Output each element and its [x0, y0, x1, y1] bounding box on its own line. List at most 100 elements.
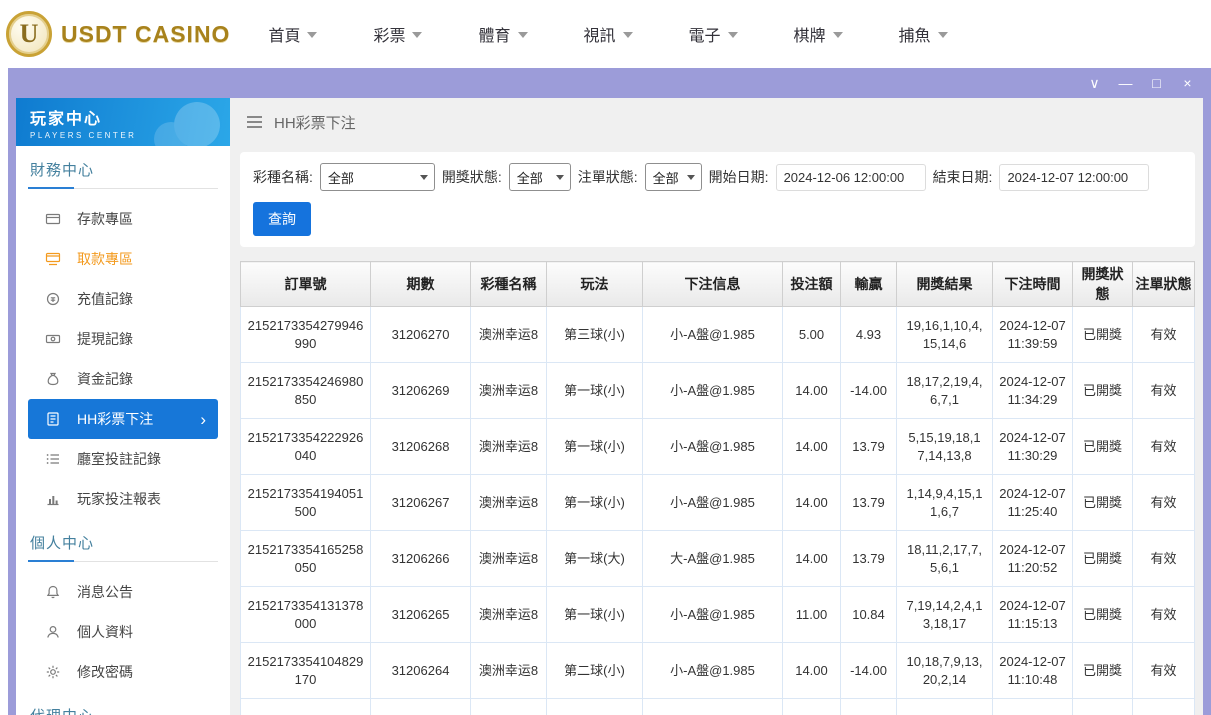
nav-item-electronic[interactable]: 電子 [689, 22, 738, 46]
table-cell: 第一球(小) [547, 475, 643, 531]
table-cell: 小-A盤@1.985 [643, 475, 783, 531]
col-win-loss: 輸贏 [841, 262, 897, 307]
sidebar-item-label: 充值記錄 [77, 289, 133, 309]
table-cell: 2024-12-07 11:25:40 [993, 475, 1073, 531]
table-cell: 第二球(小) [547, 643, 643, 699]
col-order-id: 訂單號 [241, 262, 371, 307]
close-button[interactable]: × [1172, 68, 1203, 98]
table-cell: 小-A盤@1.985 [643, 643, 783, 699]
personal-menu: 消息公告 個人資料 修改密碼 [28, 562, 218, 692]
table-row: 2152173354279946990 31206270 澳洲幸运8 第三球(小… [241, 307, 1195, 363]
sidebar-item-label: 取款專區 [77, 249, 133, 269]
sidebar-item-withdraw[interactable]: 取款專區 [28, 239, 218, 279]
sidebar-item-label: 存款專區 [77, 209, 133, 229]
menu-toggle-icon[interactable] [246, 115, 263, 129]
nav-item-fishing[interactable]: 捕魚 [899, 22, 948, 46]
table-cell: 19,16,1,10,4,15,14,6 [897, 307, 993, 363]
sidebar: 玩家中心 PLAYERS CENTER 財務中心 存款專區 [16, 98, 230, 715]
col-issue: 期數 [371, 262, 471, 307]
sidebar-item-funds-record[interactable]: 資金記錄 [28, 359, 218, 399]
table-cell: 2152173354279946990 [241, 307, 371, 363]
table-row: 2152173354104829170 31206264 澳洲幸运8 第二球(小… [241, 643, 1195, 699]
table-cell: 31206264 [371, 643, 471, 699]
table-cell: 1,14,9,4,15,11,6,7 [897, 475, 993, 531]
chevron-down-icon [307, 32, 317, 38]
nav-item-home[interactable]: 首頁 [268, 22, 317, 46]
table-cell: 14.00 [783, 419, 841, 475]
table-cell: 已開獎 [1073, 531, 1133, 587]
table-cell: 31206269 [371, 363, 471, 419]
chevron-down-icon [833, 32, 843, 38]
table-cell: 2024-12-07 11:39:59 [993, 307, 1073, 363]
collapse-button[interactable]: ∨ [1079, 68, 1110, 98]
start-date-input[interactable] [776, 164, 926, 191]
table-cell: 13.79 [841, 531, 897, 587]
nav-item-sports[interactable]: 體育 [478, 22, 527, 46]
lottery-name-select[interactable]: 全部 [320, 163, 435, 191]
draw-status-select[interactable]: 全部 [509, 163, 571, 191]
maximize-button[interactable]: □ [1141, 68, 1172, 98]
table-cell: 澳洲幸运8 [471, 587, 547, 643]
table-cell: 有效 [1133, 643, 1195, 699]
table-cell: 第三球(小) [547, 307, 643, 363]
sidebar-item-player-bet-report[interactable]: 玩家投注報表 [28, 479, 218, 519]
sidebar-item-withdrawal-record[interactable]: 提現記錄 [28, 319, 218, 359]
sidebar-item-label: 提現記錄 [77, 329, 133, 349]
nav-item-chess[interactable]: 棋牌 [794, 22, 843, 46]
table-cell: 14.00 [783, 531, 841, 587]
table-cell: 小-A盤@1.985 [643, 419, 783, 475]
table-cell: 澳洲幸运8 [471, 643, 547, 699]
table-cell: -14.00 [841, 643, 897, 699]
nav-label: 視訊 [584, 22, 616, 46]
table-cell: 13.79 [841, 419, 897, 475]
window-titlebar: ∨ — □ × [16, 68, 1203, 98]
table-cell: 有效 [1133, 363, 1195, 419]
sidebar-item-label: 廳室投註記錄 [77, 449, 161, 469]
sidebar-header: 玩家中心 PLAYERS CENTER [16, 98, 230, 146]
sidebar-item-hh-lottery-bets[interactable]: HH彩票下注 › [28, 399, 218, 439]
order-status-select[interactable]: 全部 [645, 163, 702, 191]
table-cell: 14.00 [783, 475, 841, 531]
section-personal: 個人中心 消息公告 個人資料 [16, 532, 230, 692]
banknote-icon [45, 331, 63, 347]
table-row: 2152173354246980850 31206269 澳洲幸运8 第一球(小… [241, 363, 1195, 419]
sidebar-item-recharge-record[interactable]: 充值記錄 [28, 279, 218, 319]
table-cell: 澳洲幸运8 [471, 475, 547, 531]
sidebar-item-label: 個人資料 [77, 622, 133, 642]
end-date-input[interactable] [999, 164, 1149, 191]
sidebar-item-label: 消息公告 [77, 582, 133, 602]
table-cell: 第一球(大) [547, 531, 643, 587]
nav-item-video[interactable]: 視訊 [584, 22, 633, 46]
site-navbar: U USDT CASINO 首頁 彩票 體育 視訊 電子 棋牌 捕魚 [0, 0, 1211, 68]
sidebar-item-hall-bet-record[interactable]: 廳室投註記錄 [28, 439, 218, 479]
col-bet-time: 下注時間 [993, 262, 1073, 307]
col-draw-status: 開獎狀態 [1073, 262, 1133, 307]
nav-item-lottery[interactable]: 彩票 [373, 22, 422, 46]
table-cell: 31206265 [371, 587, 471, 643]
nav-label: 彩票 [373, 22, 405, 46]
table-cell: 已開獎 [1073, 419, 1133, 475]
table-cell: 18,17,2,19,4,6,7,1 [897, 363, 993, 419]
chevron-down-icon [938, 32, 948, 38]
page-title: HH彩票下注 [274, 112, 356, 133]
table-cell: 31206267 [371, 475, 471, 531]
sidebar-item-label: 修改密碼 [77, 662, 133, 682]
table-cell: 2152173354165258050 [241, 531, 371, 587]
sidebar-item-change-password[interactable]: 修改密碼 [28, 652, 218, 692]
nav-label: 電子 [689, 22, 721, 46]
bets-table: 訂單號 期數 彩種名稱 玩法 下注信息 投注額 輸贏 開獎結果 下注時間 開獎狀… [240, 261, 1195, 715]
table-cell: 小-A盤@1.985 [643, 587, 783, 643]
table-cell: 澳洲幸运8 [471, 363, 547, 419]
table-cell: 第一球(小) [547, 587, 643, 643]
sidebar-item-announcements[interactable]: 消息公告 [28, 572, 218, 612]
sidebar-item-deposit[interactable]: 存款專區 [28, 199, 218, 239]
table-cell: 小-A盤@1.985 [643, 363, 783, 419]
logo-icon: U [6, 11, 52, 57]
site-logo[interactable]: U USDT CASINO [6, 11, 230, 57]
table-cell: 14.00 [783, 643, 841, 699]
search-button[interactable]: 查詢 [253, 202, 311, 236]
minimize-button[interactable]: — [1110, 68, 1141, 98]
user-icon [45, 624, 63, 640]
sidebar-item-profile[interactable]: 個人資料 [28, 612, 218, 652]
table-cell: 有效 [1133, 419, 1195, 475]
